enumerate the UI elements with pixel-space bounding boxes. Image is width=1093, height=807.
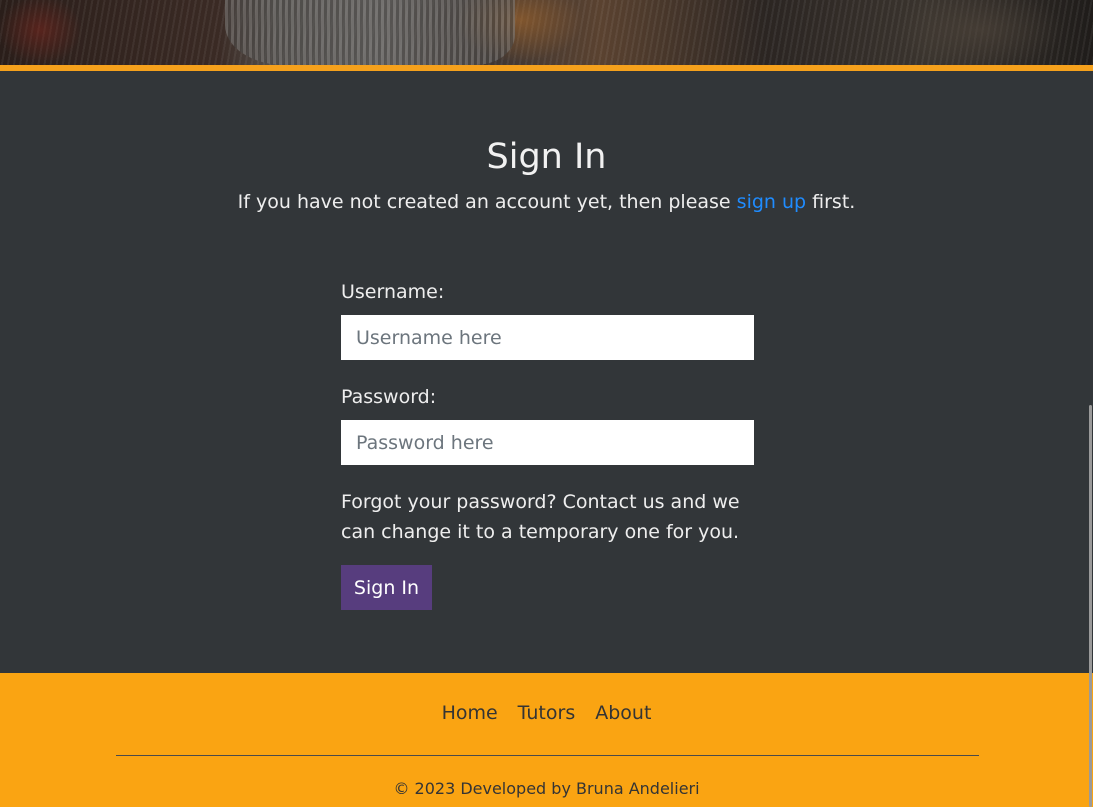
page-title: Sign In <box>486 137 607 177</box>
signup-link[interactable]: sign up <box>737 191 806 213</box>
scrollbar[interactable] <box>1089 405 1092 807</box>
password-label: Password: <box>341 386 437 408</box>
forgot-password-text: Forgot your password? Contact us and we … <box>341 491 740 543</box>
signup-prompt-text-before: If you have not created an account yet, … <box>237 191 737 213</box>
footer-nav: Home Tutors About <box>0 700 1093 726</box>
password-input[interactable] <box>341 420 754 465</box>
signin-button[interactable]: Sign In <box>341 565 432 610</box>
footer-divider <box>116 755 979 756</box>
signup-prompt-text-after: first. <box>806 191 856 213</box>
signup-prompt: If you have not created an account yet, … <box>0 189 1093 215</box>
signin-section: Sign In If you have not created an accou… <box>0 71 1093 673</box>
hero-hat-detail <box>225 0 515 65</box>
footer-link-home[interactable]: Home <box>442 700 498 726</box>
footer-link-about[interactable]: About <box>595 700 651 726</box>
hero-image <box>0 0 1093 65</box>
footer: Home Tutors About © 2023 Developed by Br… <box>0 673 1093 807</box>
copyright-text: © 2023 Developed by Bruna Andelieri <box>393 779 700 798</box>
username-input[interactable] <box>341 315 754 360</box>
footer-link-tutors[interactable]: Tutors <box>518 700 576 726</box>
username-label: Username: <box>341 281 445 303</box>
